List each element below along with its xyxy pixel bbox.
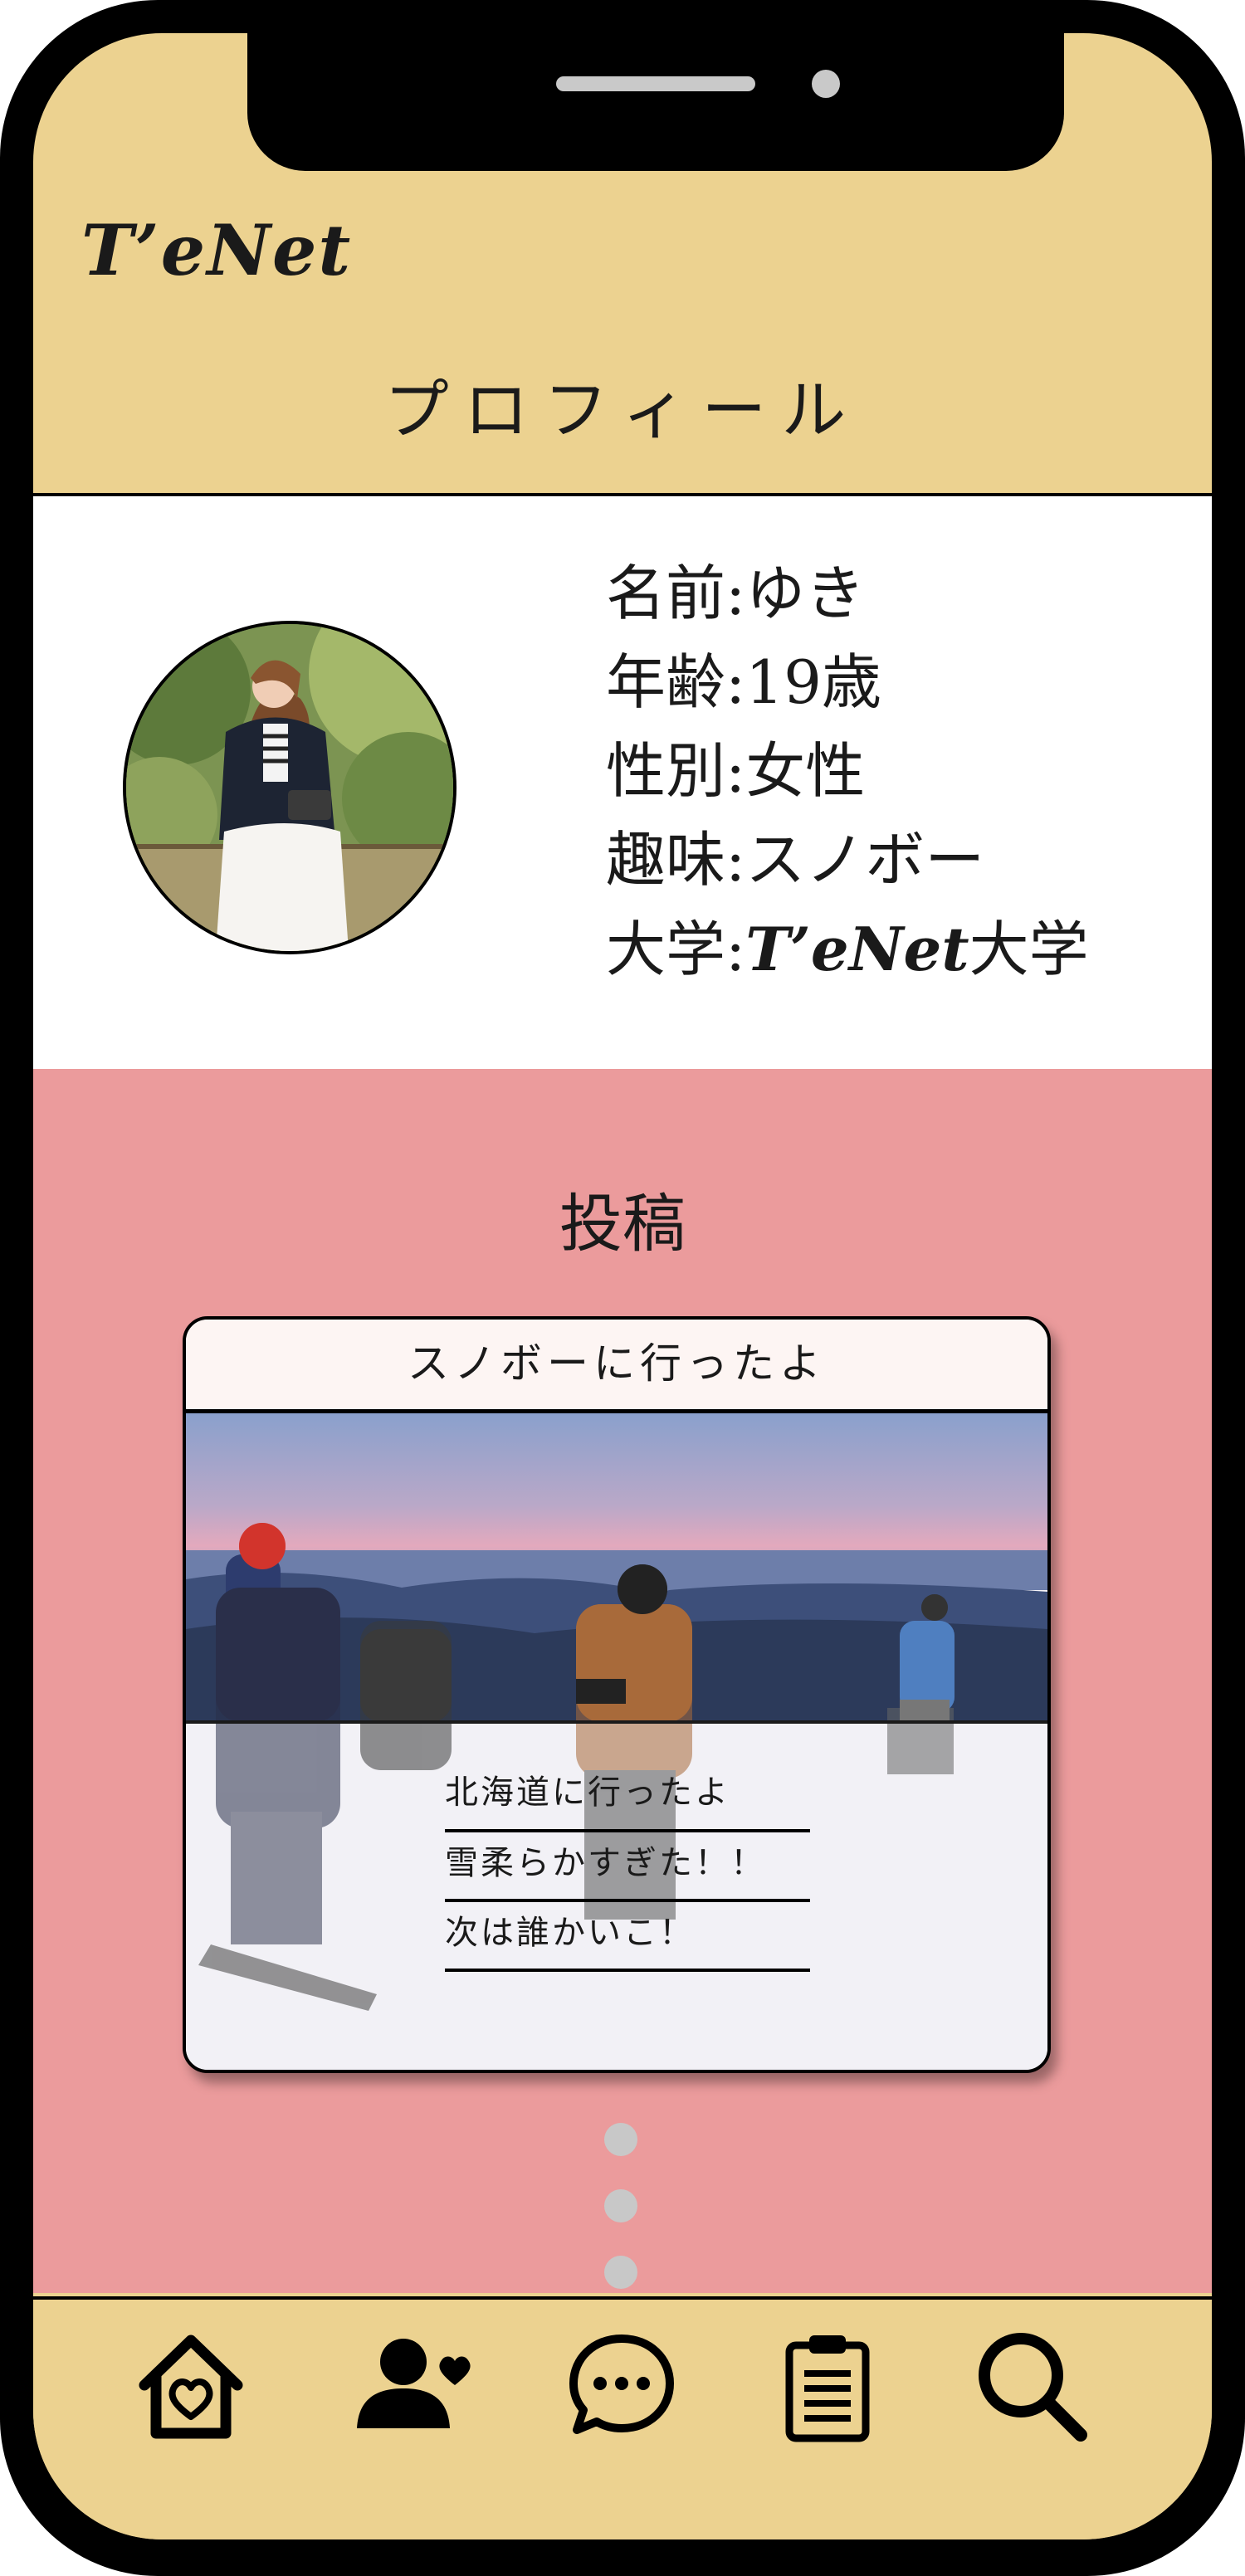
- post-text-line: 北海道に行ったよ: [445, 1751, 810, 1832]
- profile-section: 名前:ゆき 年齢:19歳 性別:女性 趣味:スノボー 大学:T’eNet大学: [33, 493, 1212, 1073]
- more-dot: [604, 2256, 637, 2289]
- app-logo[interactable]: T’eNet: [81, 209, 352, 291]
- friends-icon: [352, 2327, 476, 2447]
- chat-icon: [564, 2327, 680, 2447]
- nav-home-button[interactable]: [129, 2325, 253, 2449]
- more-dot: [604, 2189, 637, 2222]
- notch: [247, 33, 1064, 171]
- post-title: スノボーに行ったよ: [186, 1320, 1047, 1413]
- nav-friends-button[interactable]: [352, 2325, 476, 2449]
- speaker: [556, 76, 755, 91]
- profile-field-age: 年齢:19歳: [606, 647, 881, 717]
- nav-chat-button[interactable]: [559, 2325, 684, 2449]
- post-text: 北海道に行ったよ 雪柔らかすぎた！！ 次は誰かいこ！: [445, 1751, 810, 1972]
- phone-frame: T’eNet プロフィール 名前:ゆき 年齢:19歳 性別:女性 趣味:スノボー…: [0, 0, 1245, 2576]
- profile-info: 名前:ゆき 年齢:19歳 性別:女性 趣味:スノボー 大学:T’eNet大学: [606, 549, 1089, 994]
- profile-field-gender: 性別:女性: [606, 736, 866, 806]
- posts-section: 投稿 スノボーに行ったよ 北海道に行ったよ 雪柔らかすぎた！！ 次は誰かいこ！: [33, 1069, 1212, 2293]
- post-card[interactable]: スノボーに行ったよ 北海道に行ったよ 雪柔らかすぎた！！ 次は誰かいこ！: [183, 1316, 1051, 2073]
- profile-field-hobby: 趣味:スノボー: [606, 825, 985, 895]
- front-camera: [812, 70, 840, 98]
- post-text-line: 雪柔らかすぎた！！: [445, 1832, 810, 1902]
- post-text-line: 次は誰かいこ！: [445, 1902, 810, 1972]
- home-heart-icon: [133, 2327, 249, 2447]
- nav-board-button[interactable]: [765, 2325, 890, 2449]
- avatar[interactable]: [123, 621, 456, 954]
- screen: T’eNet プロフィール 名前:ゆき 年齢:19歳 性別:女性 趣味:スノボー…: [33, 33, 1212, 2539]
- more-indicator[interactable]: [604, 2123, 637, 2322]
- page-title: プロフィール: [383, 373, 862, 448]
- nav-search-button[interactable]: [971, 2325, 1096, 2449]
- profile-field-university: 大学:T’eNet大学: [606, 914, 1089, 984]
- more-dot: [604, 2123, 637, 2156]
- search-icon: [971, 2327, 1096, 2447]
- posts-title: 投稿: [559, 1187, 686, 1261]
- profile-field-name: 名前:ゆき: [606, 559, 866, 628]
- clipboard-icon: [769, 2327, 886, 2447]
- bottom-nav: [33, 2296, 1212, 2539]
